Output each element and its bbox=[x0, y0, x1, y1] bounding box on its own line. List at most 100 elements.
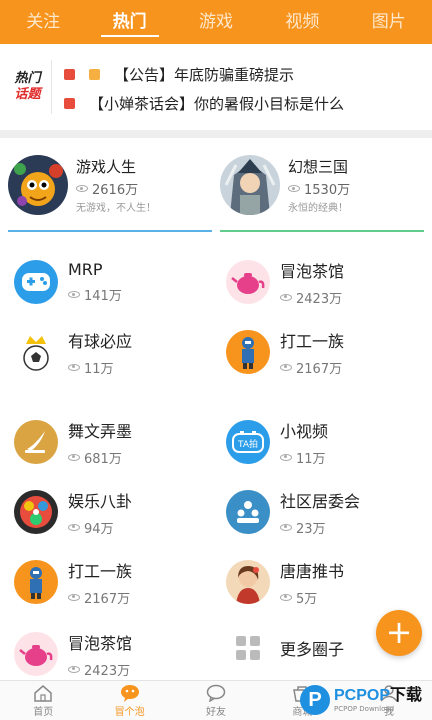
more-circles-label: 更多圈子 bbox=[280, 640, 345, 659]
soccer-ball-icon bbox=[14, 330, 58, 374]
circle-count: 11万 bbox=[68, 358, 132, 377]
circle-count: 23万 bbox=[280, 518, 360, 537]
top-tab-bar: 关注 热门 游戏 视频 图片 bbox=[0, 0, 432, 44]
nav-bubble[interactable]: 冒个泡 bbox=[86, 681, 172, 720]
chat-icon bbox=[206, 684, 226, 702]
eye-icon bbox=[68, 363, 80, 371]
eye-icon bbox=[288, 185, 300, 192]
circle-name: 社区居委会 bbox=[280, 491, 361, 511]
circle-count: 2423万 bbox=[68, 660, 132, 679]
topic-text: 【小婵茶话会】你的暑假小目标是什么 bbox=[89, 94, 345, 113]
featured-underline-left bbox=[8, 230, 212, 232]
view-count: 2167万 bbox=[296, 361, 343, 377]
entertainment-icon bbox=[14, 490, 58, 534]
circle-name: 冒泡茶馆 bbox=[280, 261, 345, 281]
circle-bubble-teahouse[interactable]: 冒泡茶馆 2423万 bbox=[226, 250, 426, 314]
tab-videos[interactable]: 视频 bbox=[279, 0, 325, 44]
circle-name: 打工一族 bbox=[68, 561, 133, 581]
grid-icon bbox=[226, 626, 270, 670]
featured-circle-game-life[interactable]: 游戏人生 2616万 无游戏，不人生！ bbox=[8, 150, 212, 220]
nav-friends[interactable]: 好友 bbox=[173, 681, 259, 720]
view-count: 2167万 bbox=[84, 591, 131, 607]
nav-home[interactable]: 首页 bbox=[0, 681, 86, 720]
circle-name: 舞文弄墨 bbox=[68, 421, 133, 441]
eye-icon bbox=[280, 453, 292, 461]
featured-name: 幻想三国 bbox=[288, 158, 349, 176]
circle-book-recommend[interactable]: 唐唐推书 5万 bbox=[226, 550, 426, 614]
svg-text:TA拍: TA拍 bbox=[237, 438, 258, 450]
featured-underline-right bbox=[220, 230, 424, 232]
eye-icon bbox=[68, 665, 80, 673]
topic-text: 【公告】年底防骗重磅提示 bbox=[114, 65, 295, 84]
circle-count: 681万 bbox=[68, 448, 132, 467]
circle-name: 唐唐推书 bbox=[280, 561, 345, 581]
logo-line-1: 热门 bbox=[14, 71, 41, 86]
hot-badge-icon bbox=[64, 68, 75, 80]
view-count: 11万 bbox=[296, 451, 326, 467]
view-count: 94万 bbox=[84, 521, 114, 537]
pcpop-logo-icon: P bbox=[300, 685, 330, 715]
community-icon bbox=[226, 490, 270, 534]
topic-item[interactable]: 【小婵茶话会】你的暑假小目标是什么 bbox=[64, 91, 344, 115]
gamepad-icon bbox=[14, 260, 58, 304]
hot-topics: 热门 话题 【公告】年底防骗重磅提示 【小婵茶话会】你的暑假小目标是什么 bbox=[0, 52, 432, 128]
circle-short-video[interactable]: TA拍 小视频 11万 bbox=[226, 410, 426, 474]
fantasy-three-kingdoms-avatar bbox=[220, 155, 280, 215]
circle-mrp[interactable]: MRP 141万 bbox=[14, 250, 214, 314]
circle-community[interactable]: 社区居委会 23万 bbox=[226, 480, 426, 544]
circle-bubble-teahouse-2[interactable]: 冒泡茶馆 2423万 bbox=[14, 622, 214, 686]
tab-games[interactable]: 游戏 bbox=[193, 0, 239, 44]
circle-workers[interactable]: 打工一族 2167万 bbox=[226, 320, 426, 384]
tab-follow[interactable]: 关注 bbox=[20, 0, 66, 44]
circle-writing[interactable]: 舞文弄墨 681万 bbox=[14, 410, 214, 474]
game-life-avatar bbox=[8, 155, 68, 215]
circle-name: 娱乐八卦 bbox=[68, 491, 133, 511]
worker-icon bbox=[226, 330, 270, 374]
add-post-button[interactable]: + bbox=[376, 610, 422, 656]
topic-item[interactable]: 【公告】年底防骗重磅提示 bbox=[64, 62, 294, 86]
nav-label: 好友 bbox=[206, 706, 227, 718]
featured-count: 1530万 bbox=[288, 179, 350, 198]
new-badge-icon bbox=[89, 68, 100, 80]
nav-label: 冒个泡 bbox=[114, 706, 145, 718]
hot-topics-logo: 热门 话题 bbox=[8, 60, 52, 114]
view-count: 681万 bbox=[84, 451, 122, 467]
circle-count: 141万 bbox=[68, 285, 122, 304]
eye-icon bbox=[280, 593, 292, 601]
book-lady-icon bbox=[226, 560, 270, 604]
teapot-icon bbox=[14, 632, 58, 676]
pcpop-watermark: P PCPOP下载 PCPOP Download bbox=[300, 682, 430, 718]
hot-badge-icon bbox=[64, 97, 75, 109]
worker-icon bbox=[14, 560, 58, 604]
tab-hot[interactable]: 热门 bbox=[100, 0, 159, 44]
view-count: 5万 bbox=[296, 591, 318, 607]
view-count: 2423万 bbox=[296, 291, 343, 307]
circle-name: 打工一族 bbox=[280, 331, 345, 351]
featured-count: 2616万 bbox=[76, 179, 156, 198]
circle-workers-2[interactable]: 打工一族 2167万 bbox=[14, 550, 214, 614]
tab-images[interactable]: 图片 bbox=[366, 0, 412, 44]
eye-icon bbox=[76, 185, 88, 192]
view-count: 141万 bbox=[84, 289, 122, 304]
view-count: 2423万 bbox=[84, 663, 131, 679]
circle-gossip[interactable]: 娱乐八卦 94万 bbox=[14, 480, 214, 544]
home-icon bbox=[34, 684, 52, 702]
circle-ball-fans[interactable]: 有球必应 11万 bbox=[14, 320, 214, 384]
circle-count: 2167万 bbox=[68, 588, 132, 607]
view-count: 2616万 bbox=[92, 183, 139, 198]
featured-circle-fantasy-three-kingdoms[interactable]: 幻想三国 1530万 永恒的经典！ bbox=[220, 150, 424, 220]
section-divider bbox=[0, 130, 432, 138]
circle-count: 94万 bbox=[68, 518, 132, 537]
circle-name: MRP bbox=[68, 260, 103, 279]
logo-line-2: 话题 bbox=[14, 87, 41, 102]
circle-count: 2167万 bbox=[280, 358, 344, 377]
eye-icon bbox=[68, 523, 80, 531]
watermark-title: PCPOP下载 bbox=[334, 687, 423, 704]
circle-name: 有球必应 bbox=[68, 331, 133, 351]
featured-slogan: 无游戏，不人生！ bbox=[76, 203, 156, 214]
circle-count: 2423万 bbox=[280, 288, 344, 307]
featured-slogan: 永恒的经典！ bbox=[288, 203, 348, 214]
circle-name: 小视频 bbox=[280, 421, 329, 441]
eye-icon bbox=[280, 293, 292, 301]
view-count: 23万 bbox=[296, 521, 326, 537]
